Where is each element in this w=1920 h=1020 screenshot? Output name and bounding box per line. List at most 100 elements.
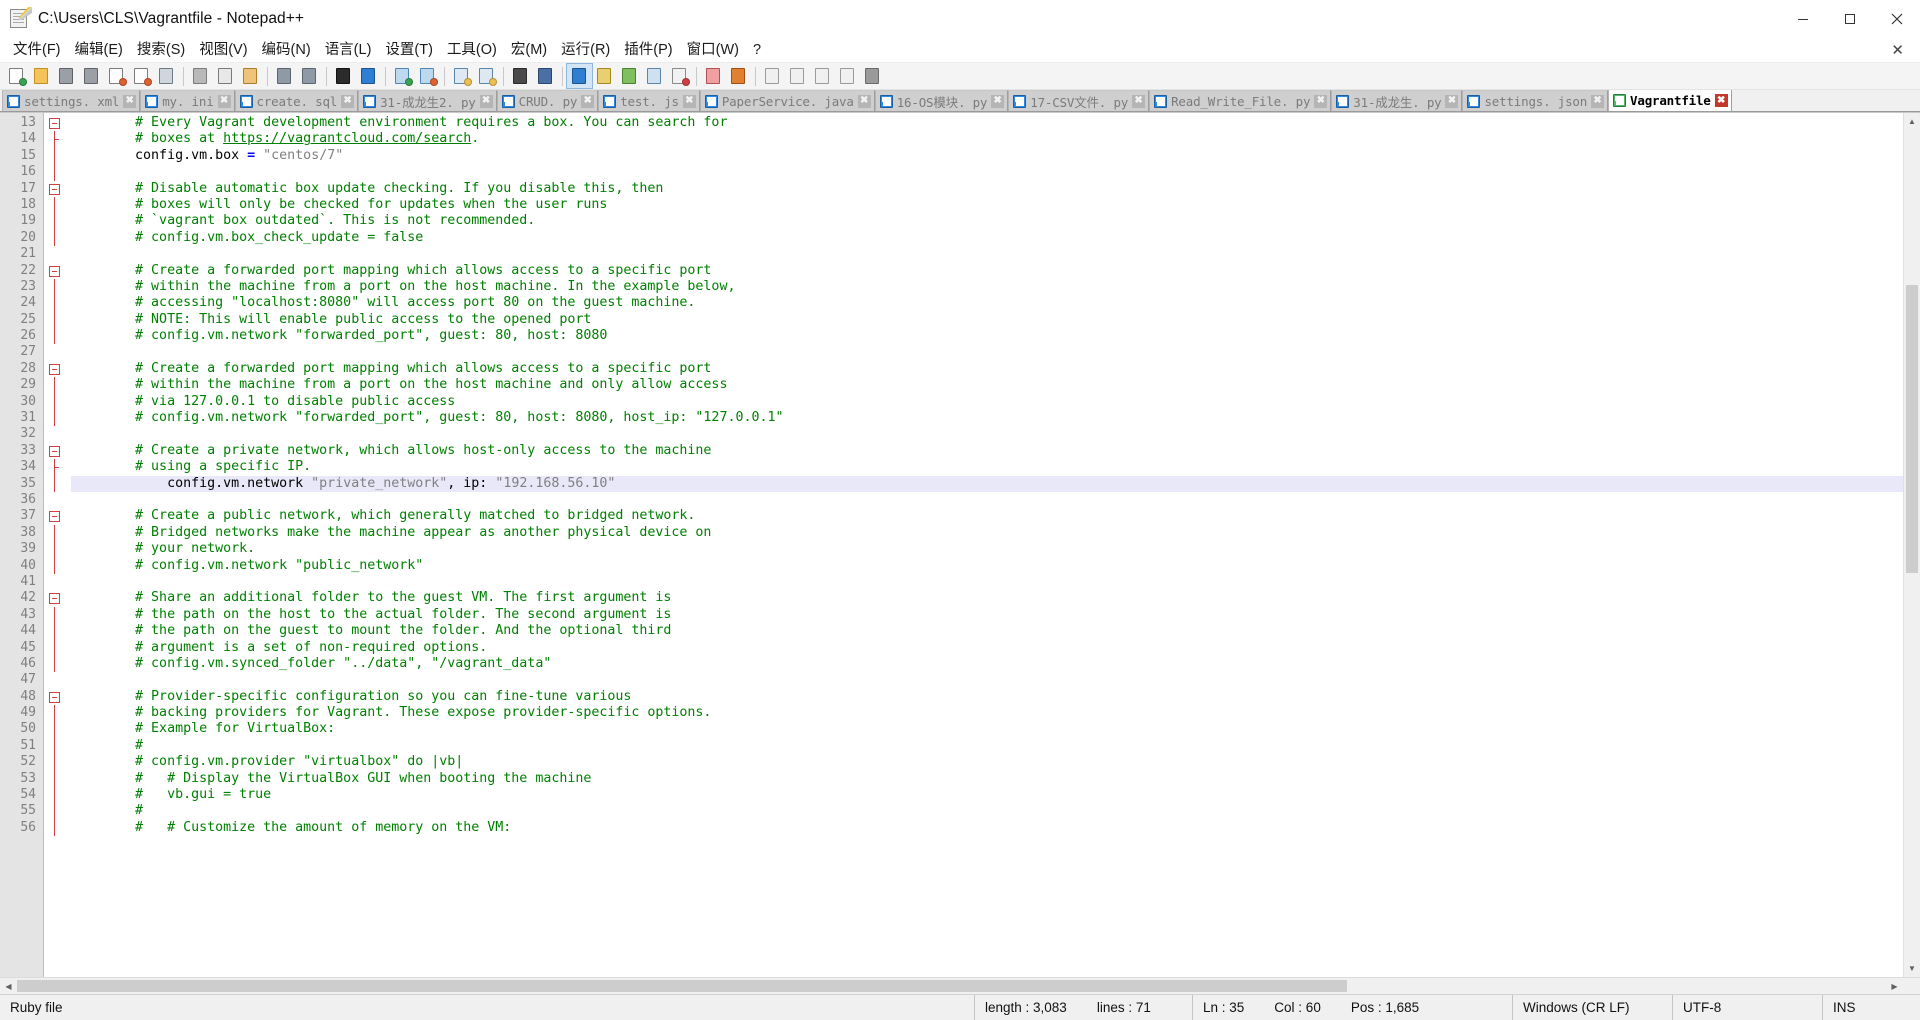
menu-item-encoding[interactable]: 编码(N) <box>255 39 318 61</box>
save-button[interactable] <box>54 64 79 88</box>
new-file-button[interactable] <box>4 64 29 88</box>
tab-close-icon[interactable]: ✖ <box>682 94 696 108</box>
tab-close-icon[interactable]: ✖ <box>857 94 871 108</box>
copy-button[interactable] <box>213 64 238 88</box>
fold-marker[interactable] <box>44 361 66 377</box>
vertical-scrollbar-thumb[interactable] <box>1906 285 1918 573</box>
close-file-button[interactable] <box>104 64 129 88</box>
tab-close-icon[interactable]: ✖ <box>217 94 231 108</box>
tab-31-chenglongsheng2-py[interactable]: 31-成龙生2. py ✖ <box>358 90 497 111</box>
show-doc-map-icon <box>620 67 639 85</box>
macro-play-button[interactable] <box>810 64 835 88</box>
tab-close-icon[interactable]: ✖ <box>1314 94 1328 108</box>
menu-item-run[interactable]: 运行(R) <box>554 39 617 61</box>
tab-paperservice-java[interactable]: PaperService. java ✖ <box>699 90 875 111</box>
code-line: # Share an additional folder to the gues… <box>71 590 1920 606</box>
menu-item-window[interactable]: 窗口(W) <box>680 39 746 61</box>
scroll-up-arrow-icon[interactable]: ▲ <box>1904 113 1920 130</box>
zoom-out-button[interactable] <box>415 64 440 88</box>
tab-crud-py[interactable]: CRUD. py ✖ <box>496 90 599 111</box>
cut-button[interactable] <box>188 64 213 88</box>
menu-item-macro[interactable]: 宏(M) <box>504 39 554 61</box>
menu-item-plugins[interactable]: 插件(P) <box>617 39 679 61</box>
vertical-scrollbar[interactable]: ▲ ▼ <box>1903 113 1920 977</box>
tab-close-icon[interactable]: ✖ <box>581 94 595 108</box>
tab-close-icon[interactable]: ✖ <box>1591 94 1605 108</box>
fold-marker[interactable] <box>44 263 66 279</box>
menu-item-language[interactable]: 语言(L) <box>318 39 379 61</box>
user-defined-dialog-button[interactable] <box>592 64 617 88</box>
indent-guide-button[interactable] <box>566 63 593 89</box>
tab-my-ini[interactable]: my. ini ✖ <box>140 90 235 111</box>
close-button[interactable] <box>1873 0 1920 38</box>
undo-button[interactable] <box>272 64 297 88</box>
open-file-button[interactable] <box>29 64 54 88</box>
find-button[interactable] <box>331 64 356 88</box>
tab-close-icon[interactable]: ✖ <box>341 94 355 108</box>
fold-marker[interactable] <box>44 508 66 524</box>
folder-as-workspace-button[interactable] <box>701 64 726 88</box>
sync-vertical-scroll-button[interactable] <box>449 64 474 88</box>
tab-create-sql[interactable]: create. sql ✖ <box>234 90 359 111</box>
replace-button[interactable] <box>356 64 381 88</box>
save-all-button[interactable] <box>79 64 104 88</box>
tab-settings-xml[interactable]: settings. xml ✖ <box>2 90 141 111</box>
scroll-left-arrow-icon[interactable]: ◀ <box>0 978 17 995</box>
tab-close-icon[interactable]: ✖ <box>1714 94 1728 107</box>
function-list-button[interactable] <box>642 64 667 88</box>
monitoring-button[interactable] <box>726 64 751 88</box>
close-document-icon[interactable]: ✕ <box>1885 41 1910 59</box>
scroll-right-arrow-icon[interactable]: ▶ <box>1886 978 1903 995</box>
maximize-button[interactable] <box>1826 0 1873 38</box>
code-folding-margin[interactable] <box>44 113 66 977</box>
status-ln-value: Ln : 35 <box>1203 1000 1245 1015</box>
tab-close-icon[interactable]: ✖ <box>1132 94 1146 108</box>
print-button[interactable] <box>154 64 179 88</box>
menu-item-view[interactable]: 视图(V) <box>192 39 254 61</box>
tab-test-js[interactable]: test. js ✖ <box>598 90 700 111</box>
macro-record-button[interactable] <box>760 64 785 88</box>
document-switcher-button[interactable] <box>667 64 692 88</box>
macro-run-multiple-button[interactable] <box>860 64 885 88</box>
menu-item-settings[interactable]: 设置(T) <box>378 39 440 61</box>
tab-17-csv-file-py[interactable]: 17-CSV文件. py ✖ <box>1008 90 1150 111</box>
show-doc-map-button[interactable] <box>617 64 642 88</box>
tab-close-icon[interactable]: ✖ <box>991 94 1005 108</box>
menu-item-file[interactable]: 文件(F) <box>6 39 68 61</box>
fold-marker[interactable] <box>44 590 66 606</box>
sync-horizontal-scroll-button[interactable] <box>474 64 499 88</box>
tab-close-icon[interactable]: ✖ <box>1445 94 1459 108</box>
paste-button[interactable] <box>238 64 263 88</box>
tab-read-write-file-py[interactable]: Read_Write_File. py ✖ <box>1149 90 1332 111</box>
redo-button[interactable] <box>297 64 322 88</box>
code-text-area[interactable]: # Every Vagrant development environment … <box>66 113 1920 977</box>
horizontal-scrollbar[interactable]: ◀ ▶ <box>0 977 1920 994</box>
menu-item-tools[interactable]: 工具(O) <box>440 39 504 61</box>
fold-marker[interactable] <box>44 181 66 197</box>
scroll-down-arrow-icon[interactable]: ▼ <box>1904 960 1920 977</box>
minimize-button[interactable] <box>1779 0 1826 38</box>
tab-31-chenglongsheng-py[interactable]: 31-成龙生. py ✖ <box>1331 90 1463 111</box>
menu-item-help[interactable]: ? <box>746 39 768 61</box>
fold-marker[interactable] <box>44 689 66 705</box>
line-number: 33 <box>20 442 36 458</box>
word-wrap-button[interactable] <box>508 64 533 88</box>
close-all-button[interactable] <box>129 64 154 88</box>
code-token: config.vm.box <box>71 147 248 163</box>
show-all-chars-button[interactable] <box>533 64 558 88</box>
tab-16-os-module-py[interactable]: 16-OS模块. py ✖ <box>874 90 1009 111</box>
zoom-in-button[interactable] <box>390 64 415 88</box>
code-line: # NOTE: This will enable public access t… <box>71 312 1920 328</box>
menu-item-search[interactable]: 搜索(S) <box>130 39 192 61</box>
horizontal-scrollbar-thumb[interactable] <box>17 980 1347 992</box>
fold-marker[interactable] <box>44 115 66 131</box>
fold-marker[interactable] <box>44 443 66 459</box>
tab-settings-json[interactable]: settings. json ✖ <box>1462 90 1609 111</box>
editor-area[interactable]: 13 14 15 16 17 18 19 20 21 22 23 24 25 26 27 28 29 30 31 32… <box>0 112 1920 977</box>
tab-vagrantfile[interactable]: Vagrantfile ✖ <box>1608 90 1732 111</box>
tab-close-icon[interactable]: ✖ <box>479 94 493 108</box>
macro-save-button[interactable] <box>835 64 860 88</box>
tab-close-icon[interactable]: ✖ <box>123 94 137 108</box>
macro-stop-button[interactable] <box>785 64 810 88</box>
menu-item-edit[interactable]: 编辑(E) <box>68 39 130 61</box>
